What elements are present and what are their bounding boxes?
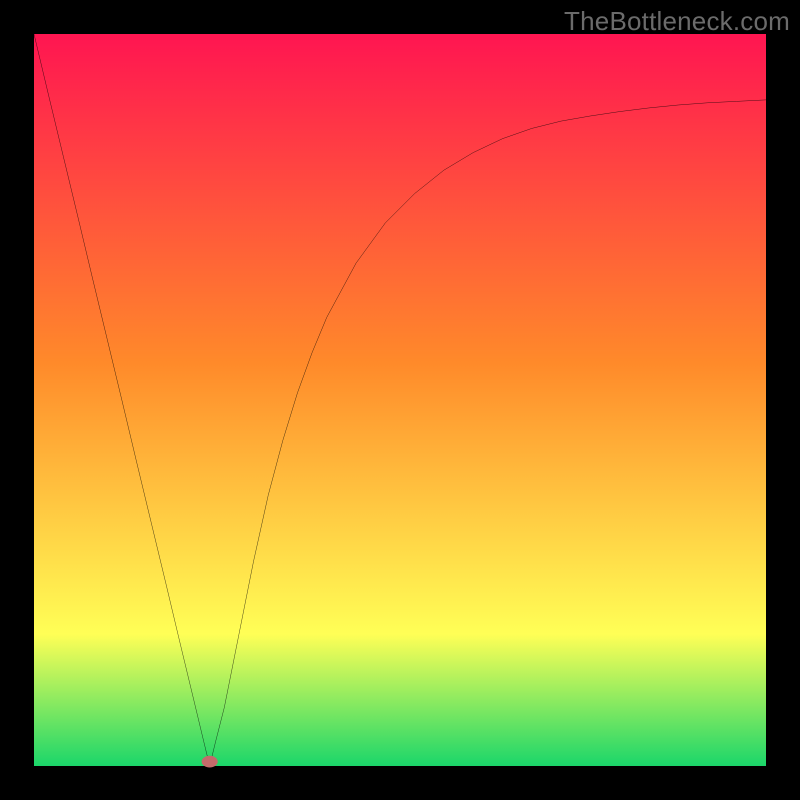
minimum-marker — [202, 756, 218, 768]
gradient-background — [34, 34, 766, 766]
bottleneck-chart — [34, 34, 766, 766]
watermark-text: TheBottleneck.com — [564, 6, 790, 37]
chart-frame: TheBottleneck.com — [0, 0, 800, 800]
